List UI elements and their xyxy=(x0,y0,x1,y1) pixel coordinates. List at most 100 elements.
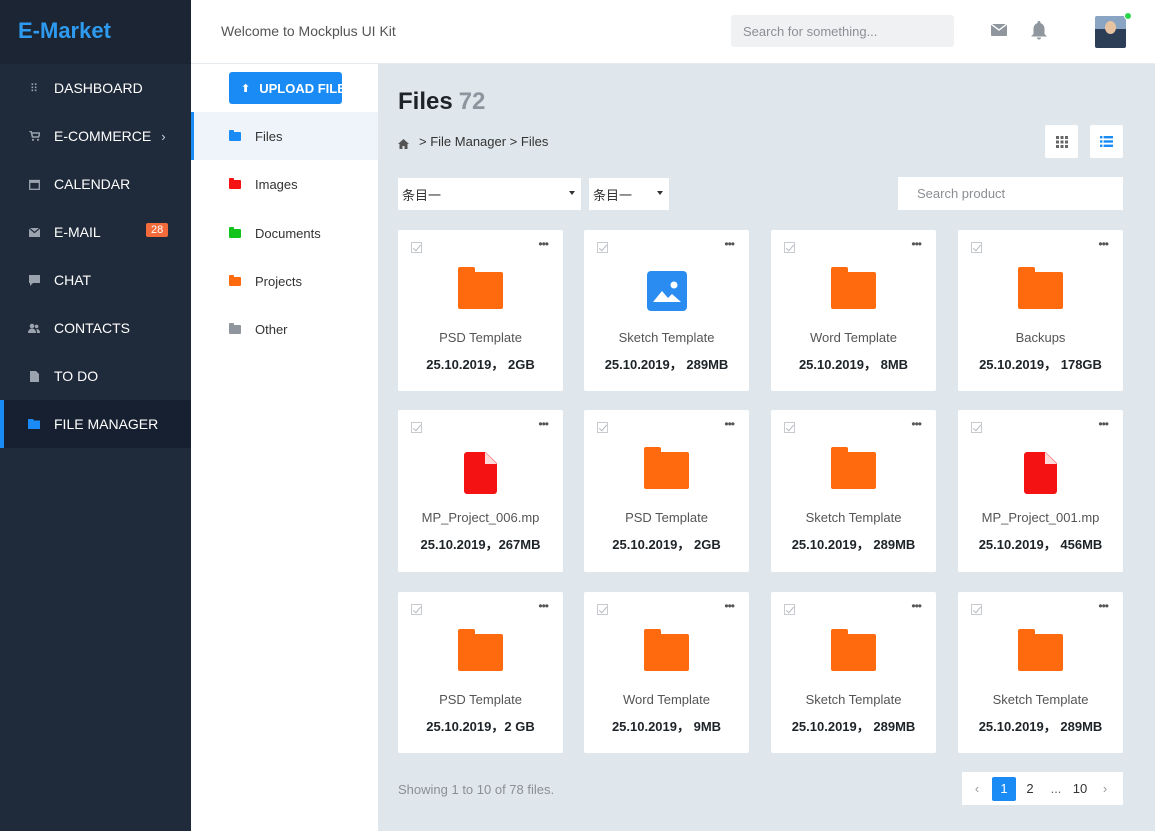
more-options-icon[interactable]: ••• xyxy=(1098,599,1109,613)
page-10-button[interactable]: 10 xyxy=(1068,777,1092,801)
list-view-button[interactable] xyxy=(1090,125,1123,158)
sidebar-item-label: DASHBOARD xyxy=(54,80,143,96)
file-card[interactable]: ••• PSD Template 25.10.2019，2 GB xyxy=(398,592,563,753)
select-value: 条目一 xyxy=(593,187,633,203)
folder-item-images[interactable]: Images xyxy=(191,160,378,208)
more-options-icon[interactable]: ••• xyxy=(724,417,735,431)
file-meta: 25.10.2019， 289MB xyxy=(791,537,916,552)
folder-item-documents[interactable]: Documents xyxy=(191,209,378,257)
select-checkbox[interactable] xyxy=(411,242,422,253)
folder-label: Files xyxy=(255,128,283,144)
file-card[interactable]: ••• Backups 25.10.2019， 178GB xyxy=(958,230,1123,391)
folder-icon xyxy=(1018,267,1063,309)
select-checkbox[interactable] xyxy=(411,604,422,615)
file-card[interactable]: ••• Word Template 25.10.2019， 9MB xyxy=(584,592,749,753)
grid-icon xyxy=(1055,135,1068,148)
more-options-icon[interactable]: ••• xyxy=(911,599,922,613)
select-checkbox[interactable] xyxy=(597,242,608,253)
sidebar-item-e-commerce[interactable]: E-COMMERCE › xyxy=(0,112,191,160)
folder-icon xyxy=(644,447,689,489)
page-1-button[interactable]: 1 xyxy=(992,776,1016,801)
select-checkbox[interactable] xyxy=(784,604,795,615)
page-title: Files 72 xyxy=(398,88,485,116)
file-card[interactable]: ••• PSD Template 25.10.2019， 2GB xyxy=(398,230,563,391)
avatar-face xyxy=(1105,21,1116,34)
image-icon xyxy=(647,271,687,311)
sidebar-item-to-do[interactable]: TO DO xyxy=(0,352,191,400)
file-card[interactable]: ••• Sketch Template 25.10.2019， 289MB xyxy=(958,592,1123,753)
select-checkbox[interactable] xyxy=(597,422,608,433)
search-placeholder: Search for something... xyxy=(743,23,878,39)
select-checkbox[interactable] xyxy=(411,422,422,433)
file-card[interactable]: ••• Word Template 25.10.2019， 8MB xyxy=(771,230,936,391)
more-options-icon[interactable]: ••• xyxy=(724,599,735,613)
more-options-icon[interactable]: ••• xyxy=(911,417,922,431)
more-options-icon[interactable]: ••• xyxy=(538,417,549,431)
file-card[interactable]: ••• MP_Project_006.mp 25.10.2019，267MB xyxy=(398,410,563,572)
sidebar-item-chat[interactable]: CHAT xyxy=(0,256,191,304)
select-checkbox[interactable] xyxy=(597,604,608,615)
user-avatar[interactable] xyxy=(1095,16,1126,48)
mail-icon[interactable] xyxy=(991,24,1007,36)
folder-panel: ⬆ UPLOAD FILE Files Images Documents Pro… xyxy=(191,64,378,831)
brand-logo[interactable]: E-Market xyxy=(0,0,191,64)
contacts-icon xyxy=(28,322,40,334)
select-checkbox[interactable] xyxy=(971,604,982,615)
file-card[interactable]: ••• Sketch Template 25.10.2019， 289MB xyxy=(584,230,749,391)
folder-label: Other xyxy=(255,321,288,337)
sidebar-item-dashboard[interactable]: ⠿ DASHBOARD xyxy=(0,64,191,112)
sidebar-item-e-mail[interactable]: E-MAIL 28 xyxy=(0,208,191,256)
home-icon[interactable] xyxy=(398,137,409,149)
sidebar-item-calendar[interactable]: CALENDAR xyxy=(0,160,191,208)
page-ellipsis: ... xyxy=(1050,781,1062,796)
page-2-button[interactable]: 2 xyxy=(1016,777,1044,801)
folder-item-projects[interactable]: Projects xyxy=(191,257,378,305)
folder-item-files[interactable]: Files xyxy=(191,112,378,160)
product-search-input[interactable]: Search product xyxy=(898,177,1123,210)
next-page-button[interactable]: › xyxy=(1092,777,1118,801)
file-name: Word Template xyxy=(810,330,897,345)
top-header: Welcome to Mockplus UI Kit Search for so… xyxy=(191,0,1155,64)
global-search-input[interactable]: Search for something... xyxy=(731,15,954,47)
file-card[interactable]: ••• Sketch Template 25.10.2019， 289MB xyxy=(771,410,936,572)
file-name: Sketch Template xyxy=(618,330,715,345)
more-options-icon[interactable]: ••• xyxy=(724,237,735,251)
select-checkbox[interactable] xyxy=(971,242,982,253)
folder-icon xyxy=(1018,629,1063,671)
select-checkbox[interactable] xyxy=(971,422,982,433)
filter-select-2[interactable]: 条目一 xyxy=(589,178,669,210)
main-content: Files 72 > File Manager > Files 条目一 条目一 S… xyxy=(378,64,1155,831)
filter-select-1[interactable]: 条目一 xyxy=(398,178,581,210)
folder-icon xyxy=(831,447,876,489)
more-options-icon[interactable]: ••• xyxy=(538,237,549,251)
folder-label: Documents xyxy=(255,225,321,241)
file-card[interactable]: ••• PSD Template 25.10.2019， 2GB xyxy=(584,410,749,572)
cart-icon xyxy=(28,130,40,142)
folder-item-other[interactable]: Other xyxy=(191,305,378,353)
more-options-icon[interactable]: ••• xyxy=(1098,237,1109,251)
sidebar-item-label: CALENDAR xyxy=(54,176,131,192)
bell-icon[interactable] xyxy=(1031,21,1047,40)
prev-page-button[interactable]: ‹ xyxy=(962,777,992,801)
sidebar-item-file-manager[interactable]: FILE MANAGER xyxy=(0,400,191,448)
document-icon xyxy=(28,370,40,382)
select-checkbox[interactable] xyxy=(784,242,795,253)
upload-file-button[interactable]: ⬆ UPLOAD FILE xyxy=(229,72,342,104)
more-options-icon[interactable]: ••• xyxy=(538,599,549,613)
sidebar-item-label: CHAT xyxy=(54,272,92,288)
select-checkbox[interactable] xyxy=(784,422,795,433)
sidebar-item-label: E-COMMERCE xyxy=(54,128,152,144)
caret-down-icon xyxy=(569,191,575,195)
file-meta: 25.10.2019，267MB xyxy=(420,537,541,552)
file-card[interactable]: ••• MP_Project_001.mp 25.10.2019， 456MB xyxy=(958,410,1123,572)
more-options-icon[interactable]: ••• xyxy=(911,237,922,251)
page-title-text: Files xyxy=(398,88,453,115)
document-icon xyxy=(1024,452,1057,494)
more-options-icon[interactable]: ••• xyxy=(1098,417,1109,431)
file-count: 72 xyxy=(458,88,486,115)
sidebar-item-label: TO DO xyxy=(54,368,99,384)
sidebar-item-contacts[interactable]: CONTACTS xyxy=(0,304,191,352)
breadcrumb-path[interactable]: > File Manager > Files xyxy=(419,134,548,149)
file-card[interactable]: ••• Sketch Template 25.10.2019， 289MB xyxy=(771,592,936,753)
grid-view-button[interactable] xyxy=(1045,125,1078,158)
